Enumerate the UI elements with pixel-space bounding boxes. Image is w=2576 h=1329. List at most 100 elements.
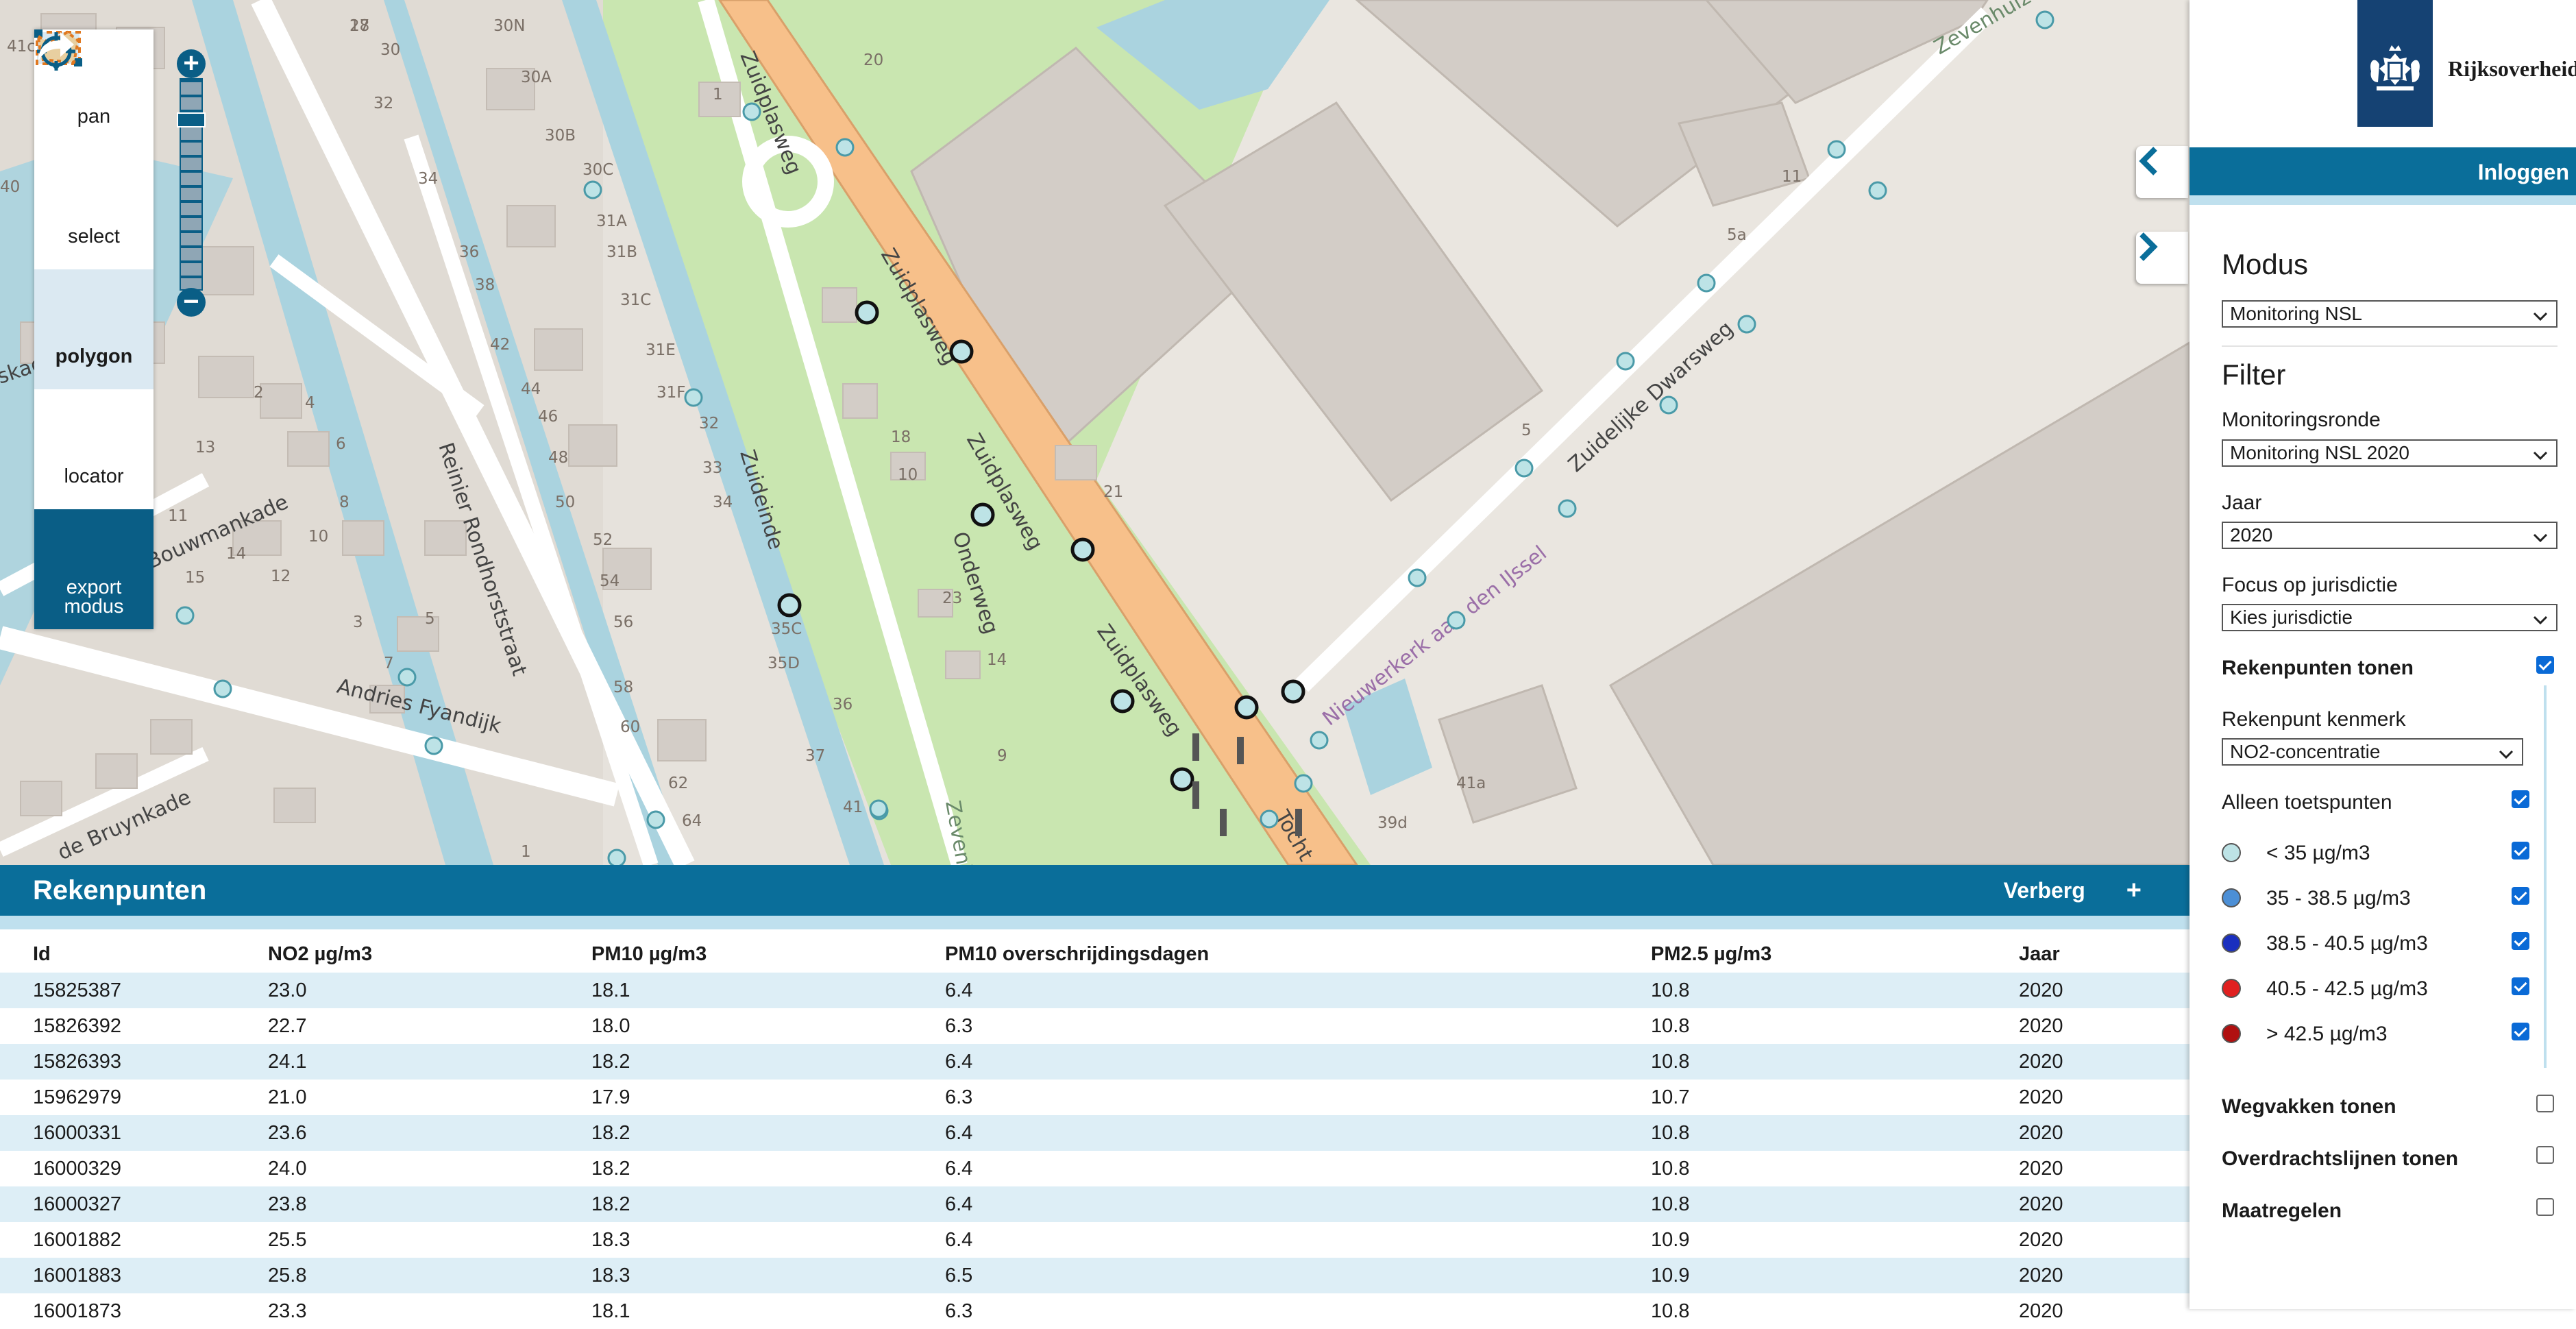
table-cell: 23.0 [267, 973, 591, 1008]
maatregelen-checkbox[interactable] [2536, 1198, 2554, 1216]
jaar-select[interactable]: 2020 [2222, 522, 2557, 549]
legend-swatch [2222, 888, 2241, 907]
table-cell: 2020 [2018, 1044, 2189, 1080]
house-number: 9 [997, 747, 1007, 765]
login-bar: Inloggen [2189, 147, 2576, 195]
legend-checkbox[interactable] [2512, 932, 2529, 950]
legend-checkbox[interactable] [2512, 977, 2529, 995]
export-mode-tool[interactable]: export modus [34, 32, 154, 629]
select-tool[interactable]: select [34, 29, 154, 269]
expand-button[interactable]: + [2126, 876, 2142, 905]
column-header[interactable]: Id [0, 929, 267, 973]
legend-label: < 35 µg/m3 [2266, 842, 2370, 864]
table-cell: 25.5 [268, 1228, 307, 1251]
table-cell: 18.1 [591, 1300, 630, 1322]
table-cell: 23.6 [267, 1115, 591, 1151]
collapse-panel-button[interactable] [2136, 146, 2188, 198]
legend-checkbox[interactable] [2512, 842, 2529, 859]
focus-select[interactable]: Kies jurisdictie [2222, 604, 2557, 631]
table-cell: 15826393 [0, 1044, 267, 1080]
legend-checkbox[interactable] [2512, 1023, 2529, 1040]
column-header[interactable]: NO2 µg/m3 [267, 929, 591, 973]
column-header[interactable]: PM10 µg/m3 [591, 929, 944, 973]
house-number: 38 [475, 276, 495, 294]
monitoringsronde-select[interactable]: Monitoring NSL 2020 [2222, 439, 2557, 467]
house-number: 52 [593, 531, 613, 549]
column-header[interactable]: PM10 overschrijdingsdagen [944, 929, 1650, 973]
locator-tool[interactable]: locator [34, 32, 154, 509]
overdracht-checkbox[interactable] [2536, 1146, 2554, 1164]
table-row[interactable]: 15962979 21.0 17.9 6.3 10.7 2020 [0, 1080, 2189, 1115]
house-number: 32 [373, 95, 393, 112]
house-number: 37 [805, 747, 825, 765]
house-number: 34 [713, 493, 733, 511]
house-number: 31C [620, 291, 651, 309]
house-number: 36 [833, 696, 852, 714]
locator-label: locator [64, 465, 124, 487]
zoom-control: + − [177, 49, 206, 317]
house-number: 30B [545, 127, 576, 145]
export-label: export modus [64, 576, 124, 618]
house-number: 42 [490, 336, 510, 354]
legend-checkbox[interactable] [2512, 887, 2529, 905]
house-number: 14 [987, 651, 1007, 669]
table-cell: 18.2 [591, 1157, 630, 1180]
hide-button[interactable]: Verberg [2004, 878, 2085, 903]
login-button[interactable]: Inloggen [2478, 160, 2569, 185]
table-row[interactable]: 16001882 25.5 18.3 6.4 10.9 2020 [0, 1222, 2189, 1258]
house-number: 1 [521, 843, 531, 861]
house-number: 30N [493, 17, 525, 35]
table-cell: 16000327 [0, 1186, 267, 1222]
table-header-row: Id NO2 µg/m3 PM10 µg/m3 PM10 overschrijd… [0, 929, 2189, 973]
table-cell: 2020 [2019, 1086, 2063, 1108]
polygon-tool[interactable]: polygon [34, 30, 154, 389]
map-canvas[interactable]: Zuidplasweg Zuidplasweg Zuidplasweg Zuid… [0, 0, 2189, 865]
table-row[interactable]: 16001883 25.8 18.3 6.5 10.9 2020 [0, 1258, 2189, 1293]
expand-panel-button[interactable] [2136, 232, 2188, 284]
kenmerk-select[interactable]: NO2-concentratie [2222, 738, 2523, 766]
map-view[interactable]: Zuidplasweg Zuidplasweg Zuidplasweg Zuid… [0, 0, 2189, 865]
header-divider [2189, 195, 2576, 205]
table-row[interactable]: 16000327 23.8 18.2 6.4 10.8 2020 [0, 1186, 2189, 1222]
table-cell: 23.8 [267, 1186, 591, 1222]
maatregelen-label: Maatregelen [2222, 1199, 2342, 1222]
legend-label: 40.5 - 42.5 µg/m3 [2266, 977, 2428, 1000]
table-cell: 16000331 [0, 1115, 267, 1151]
select-label: select [68, 225, 120, 247]
table-row[interactable]: 16001873 23.3 18.1 6.3 10.8 2020 [0, 1293, 2189, 1329]
house-number: 10 [308, 528, 328, 546]
zoom-out-button[interactable]: − [177, 288, 206, 317]
house-number: 44 [521, 380, 541, 398]
table-row[interactable]: 16000329 24.0 18.2 6.4 10.8 2020 [0, 1151, 2189, 1186]
table-row[interactable]: 15826392 22.7 18.0 6.3 10.8 2020 [0, 1008, 2189, 1044]
modus-select[interactable]: Monitoring NSL [2222, 300, 2557, 328]
table-row[interactable]: 15826393 24.1 18.2 6.4 10.8 2020 [0, 1044, 2189, 1080]
zoom-slider-handle[interactable] [177, 112, 206, 127]
wegvakken-checkbox[interactable] [2536, 1095, 2554, 1112]
house-number: 35C [771, 620, 802, 638]
table-cell: 16001873 [33, 1300, 122, 1322]
rekenpunten-checkbox[interactable] [2536, 656, 2554, 674]
table-row[interactable]: 16000331 23.6 18.2 6.4 10.8 2020 [0, 1115, 2189, 1151]
chevron-down-icon [2531, 445, 2549, 470]
column-header[interactable]: PM2.5 µg/m3 [1650, 929, 2018, 973]
column-header[interactable]: Jaar [2018, 929, 2189, 973]
house-number: 46 [538, 408, 558, 426]
zoom-slider-track[interactable] [180, 78, 203, 291]
divider [2222, 345, 2557, 347]
house-number: 34 [418, 170, 438, 188]
house-number: 40 [0, 178, 20, 196]
house-number: 5a [1727, 226, 1747, 244]
toetspunten-label: Alleen toetspunten [2222, 791, 2392, 814]
house-number: 41a [1456, 775, 1486, 792]
zoom-in-button[interactable]: + [177, 49, 206, 78]
polygon-label: polygon [55, 345, 133, 367]
table-cell: 10.8 [1650, 1044, 2018, 1080]
table-cell: 10.8 [1651, 1157, 1690, 1180]
table-cell: 2020 [2019, 1014, 2063, 1037]
toetspunten-checkbox[interactable] [2512, 790, 2529, 808]
house-number: 33 [702, 459, 722, 477]
modus-heading: Modus [2222, 248, 2309, 280]
table-cell: 6.4 [944, 1115, 1650, 1151]
table-row[interactable]: 15825387 23.0 18.1 6.4 10.8 2020 [0, 973, 2189, 1008]
